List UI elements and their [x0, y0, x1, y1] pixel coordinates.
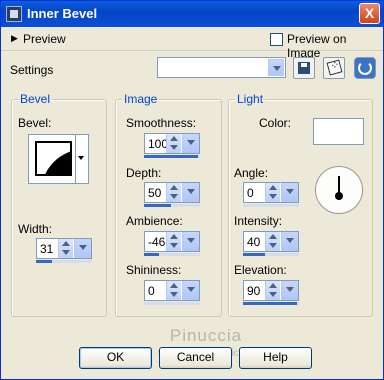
watermark-name: Pinuccia [169, 326, 243, 345]
shininess-slider-track[interactable] [144, 302, 200, 305]
elevation-label: Elevation: [234, 263, 287, 277]
elevation-value[interactable]: 90 [247, 284, 260, 298]
up-down-arrows-icon[interactable] [265, 183, 280, 202]
angle-spinner[interactable]: 0 [243, 182, 299, 207]
ambience-slider-fill [144, 253, 159, 256]
title-bar[interactable]: Inner Bevel X [1, 1, 383, 27]
dice-icon [326, 59, 343, 76]
up-down-arrows-icon[interactable] [166, 183, 181, 202]
light-group: Light Color: Angle: 0 Intensity: 40 Elev… [228, 92, 373, 317]
save-preset-button[interactable] [293, 57, 315, 79]
chevron-down-icon[interactable] [182, 232, 199, 251]
preview-row: ▶ Preview Preview on Image [1, 27, 383, 60]
up-down-arrows-icon[interactable] [265, 232, 280, 251]
ambience-label: Ambience: [126, 214, 183, 228]
light-group-title: Light [235, 92, 266, 106]
smoothness-slider-fill [144, 155, 198, 158]
depth-label: Depth: [126, 166, 162, 180]
cancel-button[interactable]: Cancel [159, 347, 232, 369]
chevron-down-icon[interactable] [182, 183, 199, 202]
image-group: Image Smoothness: 100 Depth: 50 Ambience… [115, 92, 222, 317]
bevel-label: Bevel: [18, 116, 52, 130]
smoothness-label: Smoothness: [126, 116, 197, 130]
ambience-value[interactable]: -46 [148, 235, 165, 249]
chevron-down-icon[interactable] [75, 135, 88, 183]
settings-row: Settings [1, 53, 383, 86]
settings-label: Settings [10, 63, 54, 77]
smoothness-spinner[interactable]: 100 [144, 133, 200, 158]
close-button[interactable]: X [359, 3, 380, 24]
intensity-slider-fill [243, 253, 265, 256]
up-down-arrows-icon[interactable] [166, 134, 181, 153]
chevron-down-icon[interactable] [182, 281, 199, 300]
ambience-spinner[interactable]: -46 [144, 231, 200, 256]
up-down-arrows-icon[interactable] [166, 281, 181, 300]
up-down-arrows-icon[interactable] [58, 239, 73, 258]
elevation-slider-fill [243, 302, 297, 305]
up-down-arrows-icon[interactable] [265, 281, 280, 300]
up-down-arrows-icon[interactable] [166, 232, 181, 251]
window-title: Inner Bevel [27, 6, 98, 21]
width-slider-fill [36, 260, 53, 263]
elevation-spinner[interactable]: 90 [243, 280, 299, 305]
chevron-down-icon[interactable] [281, 281, 298, 300]
width-value[interactable]: 31 [40, 242, 53, 256]
bevel-shape-preview [35, 141, 72, 176]
bevel-shape-picker[interactable] [28, 134, 89, 184]
preview-toggle-label[interactable]: Preview [23, 32, 66, 46]
color-label: Color: [259, 116, 292, 130]
inner-bevel-dialog: Inner Bevel X ▶ Preview Preview on Image… [0, 0, 384, 380]
preset-dropdown[interactable] [157, 57, 286, 78]
angle-value[interactable]: 0 [247, 186, 254, 200]
chevron-down-icon[interactable] [182, 134, 199, 153]
app-icon [6, 6, 22, 22]
reset-icon [358, 61, 372, 75]
chevron-down-icon[interactable] [281, 183, 298, 202]
chevron-down-icon[interactable] [74, 239, 91, 258]
expand-arrow-icon[interactable]: ▶ [11, 33, 18, 44]
ok-button[interactable]: OK [79, 347, 152, 369]
shininess-value[interactable]: 0 [148, 284, 155, 298]
reset-button[interactable] [354, 57, 376, 79]
shininess-spinner[interactable]: 0 [144, 280, 200, 305]
chevron-down-icon[interactable] [281, 232, 298, 251]
intensity-value[interactable]: 40 [247, 235, 260, 249]
angle-label: Angle: [234, 166, 269, 180]
floppy-disk-icon [298, 62, 310, 74]
angle-dial[interactable] [315, 166, 363, 214]
image-group-title: Image [122, 92, 160, 106]
angle-slider-track[interactable] [243, 204, 299, 207]
preview-on-image-checkbox[interactable] [270, 33, 283, 46]
intensity-label: Intensity: [234, 214, 283, 228]
depth-value[interactable]: 50 [148, 186, 161, 200]
width-spinner[interactable]: 31 [36, 238, 92, 263]
width-label: Width: [18, 222, 53, 236]
chevron-down-icon[interactable] [268, 59, 284, 76]
depth-slider-fill [144, 204, 171, 207]
bevel-group: Bevel Bevel: Width: 31 [11, 92, 107, 317]
bevel-group-title: Bevel [18, 92, 53, 106]
help-button[interactable]: Help [239, 347, 312, 369]
randomize-button[interactable] [323, 57, 345, 79]
depth-spinner[interactable]: 50 [144, 182, 200, 207]
light-color-swatch[interactable] [313, 118, 364, 145]
shininess-label: Shininess: [126, 263, 182, 277]
intensity-spinner[interactable]: 40 [243, 231, 299, 256]
